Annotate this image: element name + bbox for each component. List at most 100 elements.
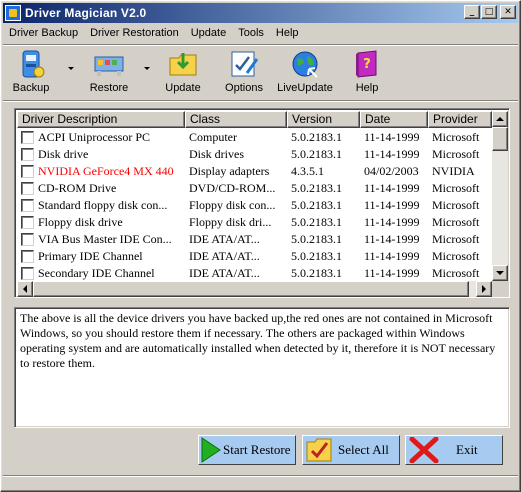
driver-provider: Microsoft xyxy=(432,249,480,263)
horizontal-scrollbar[interactable] xyxy=(17,281,492,297)
driver-checkbox[interactable] xyxy=(21,165,34,178)
select-all-label: Select All xyxy=(338,442,389,457)
exit-label: Exit xyxy=(456,442,478,457)
scroll-left-button[interactable] xyxy=(17,281,33,297)
toolbar: Backup Restore Update Options LiveUpdate… xyxy=(3,44,518,101)
svg-text:?: ? xyxy=(363,57,371,72)
driver-row[interactable]: NVIDIA GeForce4 MX 440 Display adapters … xyxy=(17,163,492,180)
driver-date: 11-14-1999 xyxy=(364,130,420,144)
driver-date: 11-14-1999 xyxy=(364,249,420,263)
driver-checkbox[interactable] xyxy=(21,250,34,263)
driver-version: 5.0.2183.1 xyxy=(291,130,342,144)
start-restore-button[interactable]: Start Restore xyxy=(198,435,296,465)
menu-update[interactable]: Update xyxy=(185,24,232,42)
driver-description: CD-ROM Drive xyxy=(38,181,117,195)
liveupdate-button[interactable]: LiveUpdate xyxy=(277,47,333,99)
scroll-down-button[interactable] xyxy=(492,265,508,281)
driver-provider: Microsoft xyxy=(432,130,480,144)
driver-checkbox[interactable] xyxy=(21,233,34,246)
driver-row[interactable]: CD-ROM Drive DVD/CD-ROM... 5.0.2183.1 11… xyxy=(17,180,492,197)
driver-description: Standard floppy disk con... xyxy=(38,198,168,212)
driver-list[interactable]: Driver Description Class Version Date Pr… xyxy=(14,108,510,298)
driver-row[interactable]: Secondary IDE Channel IDE ATA/AT... 5.0.… xyxy=(17,265,492,282)
driver-provider: NVIDIA xyxy=(432,164,475,178)
exit-button[interactable]: Exit xyxy=(405,435,503,465)
driver-description: Disk drive xyxy=(38,147,89,161)
select-all-button[interactable]: Select All xyxy=(302,435,400,465)
help-button[interactable]: ? Help xyxy=(348,47,386,99)
vertical-scroll-thumb[interactable] xyxy=(492,127,508,151)
driver-provider: Microsoft xyxy=(432,181,480,195)
arrow-up-icon xyxy=(496,117,504,121)
driver-class: Floppy disk con... xyxy=(189,198,276,212)
options-label: Options xyxy=(225,82,263,94)
driver-version: 5.0.2183.1 xyxy=(291,249,342,263)
options-button[interactable]: Options xyxy=(222,47,266,99)
driver-row[interactable]: Primary IDE Channel IDE ATA/AT... 5.0.21… xyxy=(17,248,492,265)
menu-driver-backup[interactable]: Driver Backup xyxy=(3,24,84,42)
restore-dropdown-icon[interactable] xyxy=(144,67,150,70)
driver-checkbox[interactable] xyxy=(21,216,34,229)
driver-date: 11-14-1999 xyxy=(364,266,420,280)
maximize-button[interactable]: □ xyxy=(481,5,497,19)
restore-icon xyxy=(94,56,124,76)
driver-rows: ACPI Uniprocessor PC Computer 5.0.2183.1… xyxy=(17,129,492,282)
driver-description: Primary IDE Channel xyxy=(38,249,143,263)
menu-tools[interactable]: Tools xyxy=(232,24,270,42)
driver-description: VIA Bus Master IDE Con... xyxy=(38,232,172,246)
driver-checkbox[interactable] xyxy=(21,199,34,212)
driver-class: DVD/CD-ROM... xyxy=(189,181,276,195)
backup-icon xyxy=(22,50,45,78)
driver-checkbox[interactable] xyxy=(21,267,34,280)
column-driver-description[interactable]: Driver Description xyxy=(17,111,185,128)
driver-provider: Microsoft xyxy=(432,232,480,246)
scrollbar-corner xyxy=(492,281,508,297)
driver-checkbox[interactable] xyxy=(21,148,34,161)
driver-date: 11-14-1999 xyxy=(364,198,420,212)
driver-class: Display adapters xyxy=(189,164,270,178)
column-date[interactable]: Date xyxy=(360,111,428,128)
backup-label: Backup xyxy=(12,82,50,94)
driver-description: NVIDIA GeForce4 MX 440 xyxy=(38,164,174,178)
driver-row[interactable]: Floppy disk drive Floppy disk dri... 5.0… xyxy=(17,214,492,231)
column-class[interactable]: Class xyxy=(185,111,287,128)
backup-dropdown-icon[interactable] xyxy=(68,67,74,70)
horizontal-scroll-thumb[interactable] xyxy=(33,281,469,297)
driver-class: Computer xyxy=(189,130,237,144)
driver-row[interactable]: Disk drive Disk drives 5.0.2183.1 11-14-… xyxy=(17,146,492,163)
restore-label: Restore xyxy=(89,82,129,94)
driver-row[interactable]: Standard floppy disk con... Floppy disk … xyxy=(17,197,492,214)
backup-button[interactable]: Backup xyxy=(11,47,51,99)
driver-date: 11-14-1999 xyxy=(364,232,420,246)
driver-version: 5.0.2183.1 xyxy=(291,147,342,161)
driver-checkbox[interactable] xyxy=(21,131,34,144)
driver-row[interactable]: ACPI Uniprocessor PC Computer 5.0.2183.1… xyxy=(17,129,492,146)
driver-class: IDE ATA/AT... xyxy=(189,266,260,280)
restore-button[interactable]: Restore xyxy=(87,47,131,99)
title-bar[interactable]: Driver Magician V2.0 _ □ ✕ xyxy=(3,3,518,23)
arrow-left-icon xyxy=(23,285,27,293)
column-version[interactable]: Version xyxy=(287,111,360,128)
driver-provider: Microsoft xyxy=(432,198,480,212)
menu-help[interactable]: Help xyxy=(270,24,305,42)
column-provider[interactable]: Provider xyxy=(428,111,492,128)
update-button[interactable]: Update xyxy=(163,47,203,99)
driver-row[interactable]: VIA Bus Master IDE Con... IDE ATA/AT... … xyxy=(17,231,492,248)
minimize-button[interactable]: _ xyxy=(464,5,480,19)
info-box: The above is all the device drivers you … xyxy=(14,307,510,428)
scroll-right-button[interactable] xyxy=(476,281,492,297)
scroll-up-button[interactable] xyxy=(492,111,508,127)
status-bar xyxy=(3,475,518,491)
app-icon xyxy=(5,5,21,21)
title-buttons: _ □ ✕ xyxy=(463,5,516,19)
driver-class: Disk drives xyxy=(189,147,244,161)
driver-version: 5.0.2183.1 xyxy=(291,198,342,212)
driver-version: 5.0.2183.1 xyxy=(291,215,342,229)
close-button[interactable]: ✕ xyxy=(500,5,516,19)
menu-driver-restoration[interactable]: Driver Restoration xyxy=(84,24,185,42)
help-book-icon: ? xyxy=(356,50,377,78)
exit-x-icon xyxy=(409,437,439,463)
driver-class: IDE ATA/AT... xyxy=(189,232,260,246)
vertical-scrollbar[interactable] xyxy=(492,111,508,281)
driver-checkbox[interactable] xyxy=(21,182,34,195)
